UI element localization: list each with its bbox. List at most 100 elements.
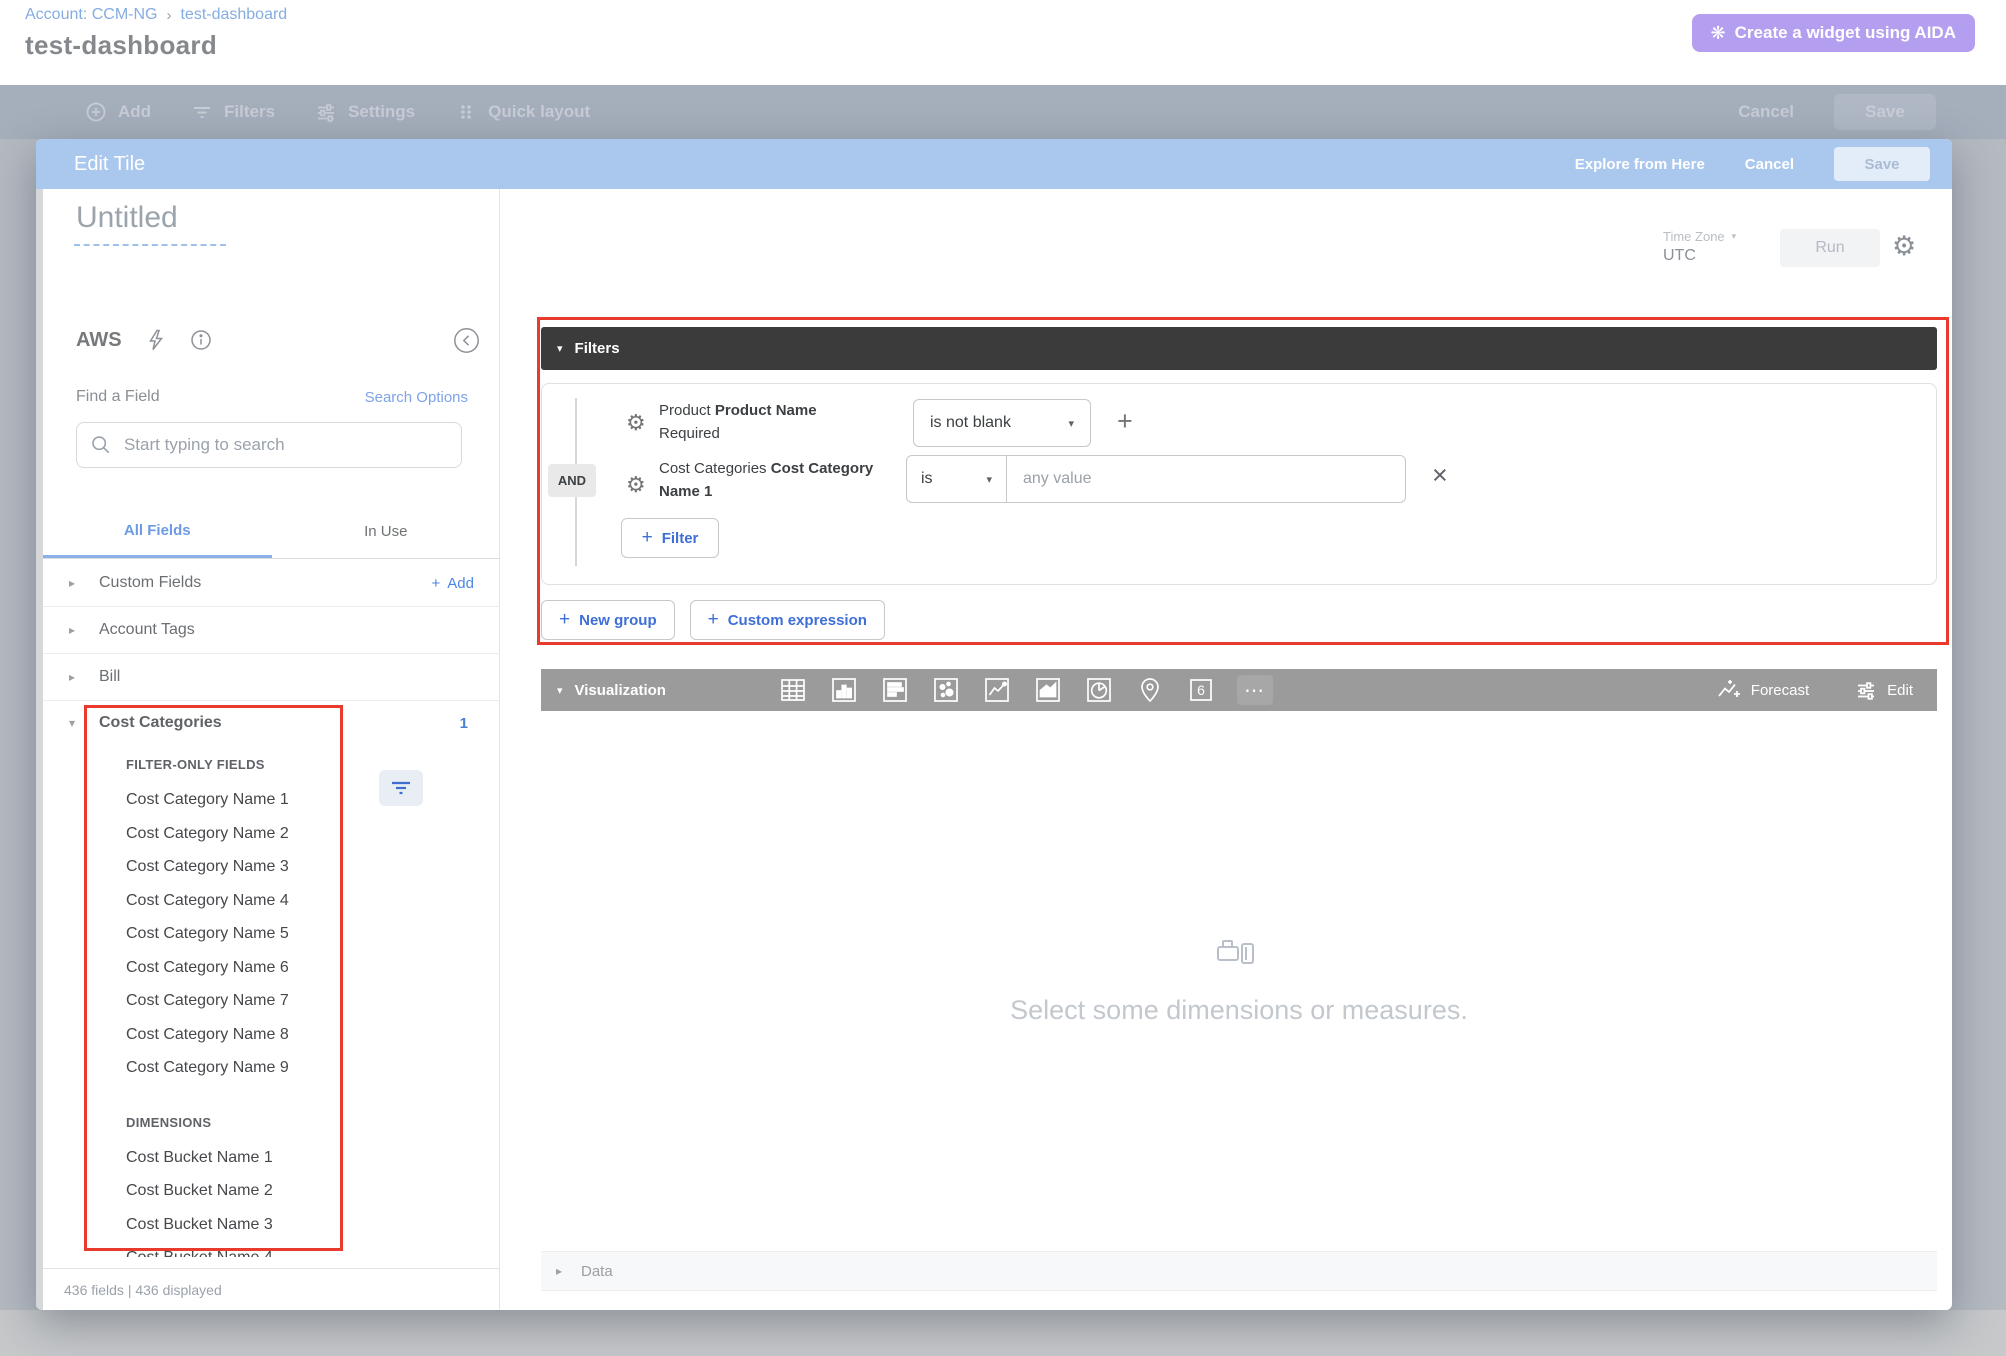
filter-value-input[interactable]	[1007, 456, 1405, 502]
dashboard-toolbar: Add Filters Settings Quick layout Cancel…	[0, 85, 2006, 139]
breadcrumb-current-link[interactable]: test-dashboard	[180, 6, 287, 24]
map-viz-icon[interactable]	[1135, 675, 1165, 705]
column-chart-viz-icon[interactable]	[829, 675, 859, 705]
toolbar-quick-layout-label: Quick layout	[488, 102, 590, 122]
sidebar-section-custom-fields[interactable]: ▸ Custom Fields + Add	[43, 560, 500, 607]
edit-visualization-button[interactable]: Edit	[1855, 679, 1913, 701]
section-label: Custom Fields	[99, 574, 201, 592]
filter-group: ⚙ Product Product Name Required is not b…	[541, 383, 1937, 585]
gear-icon[interactable]: ⚙	[1892, 231, 1916, 262]
toolbar-filters-button[interactable]: Filters	[191, 101, 275, 123]
sidebar-section-bill[interactable]: ▸ Bill	[43, 654, 500, 701]
gear-icon[interactable]: ⚙	[626, 410, 646, 436]
add-filter-value-icon[interactable]: +	[1117, 406, 1133, 437]
add-filter-button[interactable]: + Filter	[621, 518, 719, 558]
field-item[interactable]: Cost Bucket Name 1	[126, 1141, 426, 1175]
new-group-button[interactable]: + New group	[541, 600, 675, 640]
filter-operator-value: is not blank	[930, 414, 1011, 432]
field-item[interactable]: Cost Category Name 4	[126, 884, 426, 918]
run-button[interactable]: Run	[1780, 229, 1880, 267]
tab-all-fields[interactable]: All Fields	[43, 505, 272, 558]
scatter-viz-icon[interactable]	[931, 675, 961, 705]
breadcrumb: Account: CCM-NG › test-dashboard	[25, 6, 287, 24]
caret-down-icon: ▾	[1050, 417, 1074, 430]
filters-header-label: Filters	[575, 340, 620, 357]
area-chart-viz-icon[interactable]	[1033, 675, 1063, 705]
bar-chart-viz-icon[interactable]	[880, 675, 910, 705]
aida-button-label: Create a widget using AIDA	[1735, 23, 1956, 43]
breadcrumb-separator-icon: ›	[166, 7, 171, 24]
field-item[interactable]: Cost Bucket Name 2	[126, 1174, 426, 1208]
modal-save-button[interactable]: Save	[1834, 147, 1930, 181]
filter-operator-value: is	[921, 470, 933, 488]
explore-from-here-button[interactable]: Explore from Here	[1575, 156, 1705, 173]
filter-view-name: Product	[659, 402, 711, 419]
field-item[interactable]: Cost Category Name 2	[126, 817, 426, 851]
toolbar-save-button[interactable]: Save	[1834, 94, 1936, 130]
toolbar-cancel-button[interactable]: Cancel	[1738, 102, 1794, 122]
forecast-button[interactable]: Forecast	[1717, 679, 1809, 701]
field-item[interactable]: Cost Category Name 6	[126, 951, 426, 985]
field-search-input[interactable]	[124, 435, 447, 455]
breadcrumb-account-link[interactable]: Account: CCM-NG	[25, 6, 157, 24]
time-zone-selector[interactable]: Time Zone ▾ UTC	[1663, 229, 1736, 265]
filters-section-header[interactable]: ▾ Filters	[541, 327, 1937, 370]
caret-down-icon: ▾	[557, 342, 563, 355]
info-icon[interactable]	[190, 329, 212, 351]
single-value-viz-icon[interactable]: 6	[1186, 675, 1216, 705]
remove-filter-icon[interactable]: ×	[1432, 462, 1448, 489]
modal-cancel-button[interactable]: Cancel	[1745, 156, 1794, 173]
field-count-status: 436 fields | 436 displayed	[64, 1282, 222, 1298]
field-picker-sidebar: AWS Find a Field Search Options All Fiel…	[43, 189, 500, 1310]
toolbar-add-button[interactable]: Add	[85, 101, 151, 123]
data-section-header[interactable]: ▸ Data	[541, 1251, 1937, 1291]
collapse-panel-icon[interactable]	[453, 327, 480, 354]
search-options-link[interactable]: Search Options	[365, 389, 468, 406]
field-item[interactable]: Cost Category Name 5	[126, 917, 426, 951]
filter-condition-control: is ▾	[906, 455, 1406, 503]
filter-only-fields: Cost Category Name 1Cost Category Name 2…	[126, 783, 426, 1085]
field-item[interactable]: Cost Category Name 3	[126, 850, 426, 884]
field-filter-chip-button[interactable]	[379, 770, 423, 806]
gear-icon[interactable]: ⚙	[626, 472, 646, 498]
visualization-section-header[interactable]: ▾ Visualization	[557, 682, 666, 699]
section-label: Bill	[99, 668, 120, 686]
and-conjunction-badge[interactable]: AND	[548, 464, 596, 497]
sidebar-section-cost-categories[interactable]: ▾ Cost Categories 1	[43, 701, 500, 745]
data-header-label: Data	[581, 1263, 613, 1280]
field-item[interactable]: Cost Bucket Name 3	[126, 1208, 426, 1242]
caret-right-icon: ▸	[69, 670, 81, 684]
caret-right-icon: ▸	[69, 623, 81, 637]
filter-operator-dropdown[interactable]: is not blank ▾	[913, 399, 1091, 447]
field-item[interactable]: Cost Category Name 9	[126, 1051, 426, 1085]
forecast-label: Forecast	[1751, 682, 1809, 699]
more-viz-types-icon[interactable]: ⋯	[1237, 675, 1273, 705]
filter-operator-dropdown[interactable]: is ▾	[907, 456, 1007, 502]
plus-icon: +	[642, 527, 653, 549]
toolbar-quick-layout-button[interactable]: Quick layout	[455, 101, 590, 123]
line-chart-viz-icon[interactable]	[982, 675, 1012, 705]
tab-in-use[interactable]: In Use	[272, 505, 501, 558]
search-icon	[91, 434, 111, 456]
new-group-label: New group	[579, 612, 657, 629]
filter-field-label: Cost Categories Cost Category Name 1	[659, 457, 881, 503]
add-custom-field-link[interactable]: + Add	[432, 575, 474, 592]
pie-chart-viz-icon[interactable]	[1084, 675, 1114, 705]
toolbar-settings-label: Settings	[348, 102, 415, 122]
create-widget-aida-button[interactable]: ❋ Create a widget using AIDA	[1692, 14, 1975, 52]
table-viz-icon[interactable]	[778, 675, 808, 705]
filter-lines-icon	[390, 780, 412, 796]
sidebar-scrollbar[interactable]	[36, 189, 43, 1310]
field-item[interactable]: Cost Category Name 7	[126, 984, 426, 1018]
field-item[interactable]: Cost Category Name 8	[126, 1018, 426, 1052]
custom-expression-button[interactable]: + Custom expression	[690, 600, 885, 640]
flashlight-icon	[1215, 937, 1263, 969]
filter-required-note: Required	[659, 425, 720, 442]
toolbar-settings-button[interactable]: Settings	[315, 101, 415, 123]
sidebar-tabs: All Fields In Use	[43, 505, 500, 559]
modal-header: Edit Tile Explore from Here Cancel Save	[36, 139, 1952, 189]
model-name: AWS	[76, 329, 122, 352]
plus-icon: +	[708, 609, 719, 631]
field-item[interactable]: Cost Bucket Name 4	[126, 1241, 426, 1257]
sidebar-section-account-tags[interactable]: ▸ Account Tags	[43, 607, 500, 654]
